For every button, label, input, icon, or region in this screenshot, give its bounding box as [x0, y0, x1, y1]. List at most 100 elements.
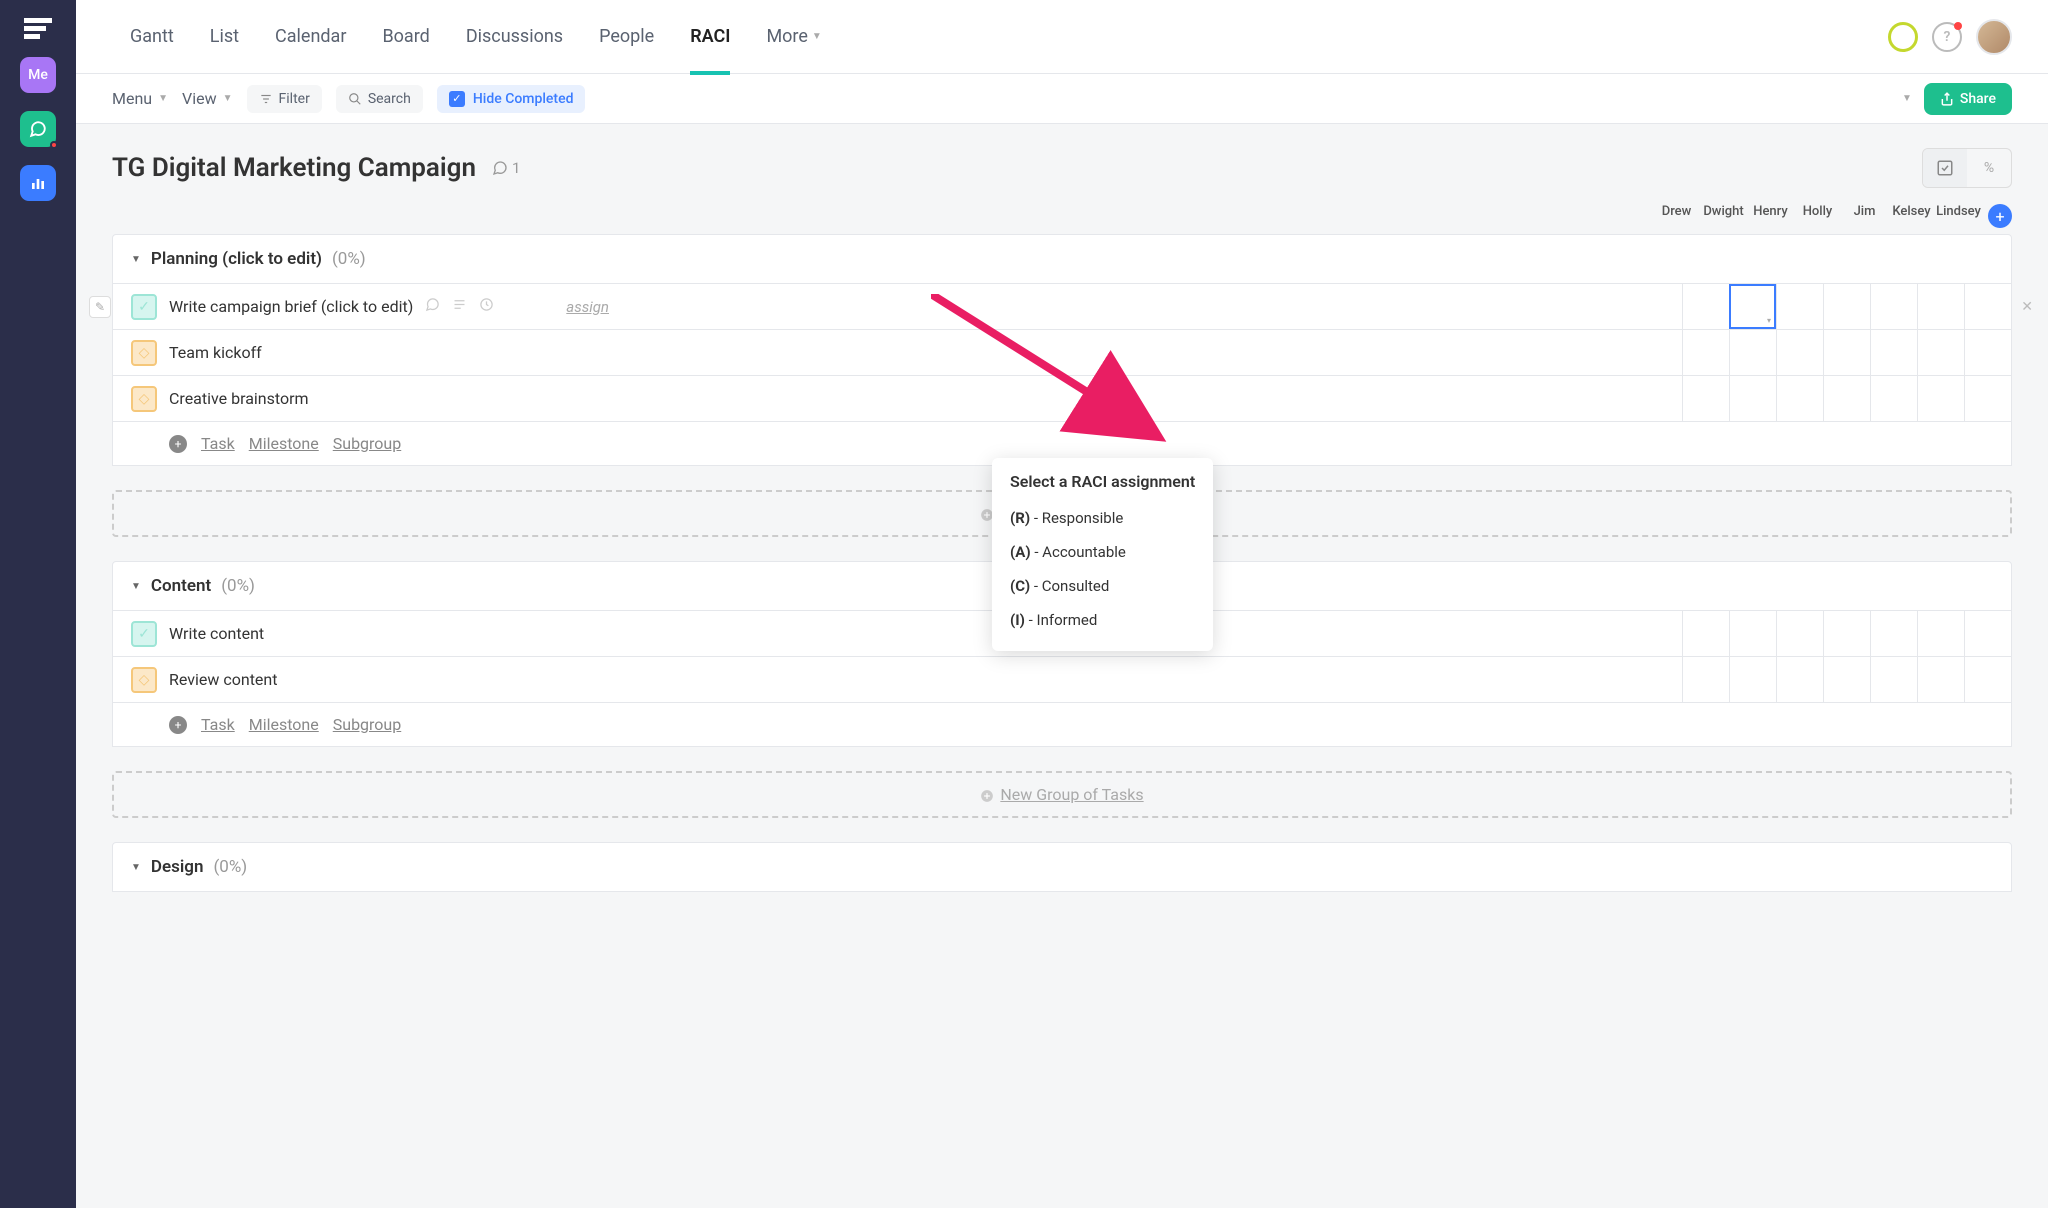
raci-cell[interactable]: [1870, 611, 1917, 656]
help-icon[interactable]: ?: [1932, 22, 1962, 52]
tab-board[interactable]: Board: [364, 0, 447, 74]
raci-cell[interactable]: [1729, 284, 1776, 329]
milestone-icon[interactable]: [131, 386, 157, 412]
tab-discussions[interactable]: Discussions: [448, 0, 581, 74]
sidebar-me-button[interactable]: Me: [20, 57, 56, 93]
tab-list[interactable]: List: [192, 0, 257, 74]
raci-cell[interactable]: [1823, 611, 1870, 656]
group-header[interactable]: ▼Planning (click to edit) (0%): [112, 234, 2012, 284]
sidebar-chat-button[interactable]: [20, 111, 56, 147]
task-checkbox-icon[interactable]: [131, 294, 157, 320]
tab-gantt[interactable]: Gantt: [112, 0, 192, 74]
clock-icon[interactable]: [479, 297, 494, 316]
raci-cell[interactable]: [1682, 611, 1729, 656]
app-logo[interactable]: [24, 18, 52, 39]
person-header[interactable]: Dwight: [1700, 204, 1747, 228]
raci-cell[interactable]: [1964, 376, 2011, 421]
person-header[interactable]: Lindsey: [1935, 204, 1982, 228]
task-row[interactable]: Team kickoff: [112, 330, 2012, 376]
add-milestone-link[interactable]: Milestone: [249, 715, 319, 734]
raci-cell[interactable]: [1776, 284, 1823, 329]
tab-raci[interactable]: RACI: [672, 0, 748, 74]
tab-people[interactable]: People: [581, 0, 672, 74]
search-button[interactable]: Search: [336, 85, 423, 113]
add-task-link[interactable]: Task: [201, 434, 235, 453]
group-header[interactable]: ▼Design (0%): [112, 842, 2012, 892]
raci-cell[interactable]: [1870, 376, 1917, 421]
task-title[interactable]: Creative brainstorm: [169, 389, 309, 408]
raci-cell[interactable]: [1729, 376, 1776, 421]
milestone-icon[interactable]: [131, 340, 157, 366]
view-dropdown[interactable]: View▼: [182, 89, 233, 108]
raci-cell[interactable]: [1823, 657, 1870, 702]
tab-more[interactable]: More▼: [748, 0, 839, 74]
raci-cell[interactable]: [1870, 284, 1917, 329]
task-title[interactable]: Review content: [169, 670, 277, 689]
milestone-icon[interactable]: [131, 667, 157, 693]
checklist-view-icon[interactable]: [1923, 149, 1967, 187]
plus-icon[interactable]: +: [169, 716, 187, 734]
new-group-button[interactable]: New Group of Tasks: [112, 771, 2012, 818]
raci-cell[interactable]: [1917, 284, 1964, 329]
clock-icon[interactable]: [1888, 22, 1918, 52]
raci-cell[interactable]: [1823, 284, 1870, 329]
raci-cell[interactable]: [1870, 657, 1917, 702]
raci-cell[interactable]: [1964, 611, 2011, 656]
comment-count[interactable]: 1: [492, 159, 520, 177]
view-mode-toggle[interactable]: %: [1922, 148, 2012, 188]
project-title[interactable]: TG Digital Marketing Campaign: [112, 153, 476, 183]
task-row[interactable]: ✎Write campaign brief (click to edit)ass…: [112, 284, 2012, 330]
add-person-button[interactable]: +: [1988, 204, 2012, 228]
sidebar-reports-button[interactable]: [20, 165, 56, 201]
assign-link[interactable]: assign: [566, 298, 609, 316]
menu-dropdown[interactable]: Menu▼: [112, 89, 168, 108]
raci-option[interactable]: (A) - Accountable: [992, 535, 1213, 569]
person-header[interactable]: Holly: [1794, 204, 1841, 228]
task-checkbox-icon[interactable]: [131, 621, 157, 647]
raci-cell[interactable]: [1729, 611, 1776, 656]
raci-cell[interactable]: [1682, 284, 1729, 329]
raci-option[interactable]: (C) - Consulted: [992, 569, 1213, 603]
edit-pencil-icon[interactable]: ✎: [89, 296, 111, 318]
add-subgroup-link[interactable]: Subgroup: [333, 434, 401, 453]
row-close-icon[interactable]: ✕: [2021, 299, 2033, 315]
user-avatar[interactable]: [1976, 19, 2012, 55]
raci-cell[interactable]: [1729, 330, 1776, 375]
person-header[interactable]: Henry: [1747, 204, 1794, 228]
raci-cell[interactable]: [1776, 330, 1823, 375]
raci-option[interactable]: (I) - Informed: [992, 603, 1213, 637]
list-icon[interactable]: [452, 297, 467, 316]
raci-cell[interactable]: [1964, 284, 2011, 329]
toolbar-more-caret[interactable]: ▼: [1902, 93, 1912, 104]
hide-completed-toggle[interactable]: ✓ Hide Completed: [437, 85, 586, 113]
raci-cell[interactable]: [1917, 330, 1964, 375]
task-row[interactable]: Creative brainstorm: [112, 376, 2012, 422]
task-title[interactable]: Team kickoff: [169, 343, 262, 362]
raci-cell[interactable]: [1964, 657, 2011, 702]
raci-cell[interactable]: [1917, 376, 1964, 421]
raci-cell[interactable]: [1776, 376, 1823, 421]
plus-icon[interactable]: +: [169, 435, 187, 453]
person-header[interactable]: Kelsey: [1888, 204, 1935, 228]
task-title[interactable]: Write content: [169, 624, 264, 643]
person-header[interactable]: Jim: [1841, 204, 1888, 228]
raci-cell[interactable]: [1870, 330, 1917, 375]
filter-button[interactable]: Filter: [247, 85, 322, 113]
percent-view-icon[interactable]: %: [1967, 149, 2011, 187]
add-task-link[interactable]: Task: [201, 715, 235, 734]
raci-cell[interactable]: [1682, 376, 1729, 421]
raci-cell[interactable]: [1964, 330, 2011, 375]
raci-cell[interactable]: [1682, 657, 1729, 702]
task-title[interactable]: Write campaign brief (click to edit): [169, 297, 413, 316]
raci-option[interactable]: (R) - Responsible: [992, 501, 1213, 535]
raci-cell[interactable]: [1729, 657, 1776, 702]
add-subgroup-link[interactable]: Subgroup: [333, 715, 401, 734]
share-button[interactable]: Share: [1924, 83, 2012, 115]
person-header[interactable]: Drew: [1653, 204, 1700, 228]
raci-cell[interactable]: [1776, 657, 1823, 702]
raci-cell[interactable]: [1776, 611, 1823, 656]
raci-cell[interactable]: [1917, 657, 1964, 702]
raci-cell[interactable]: [1917, 611, 1964, 656]
add-milestone-link[interactable]: Milestone: [249, 434, 319, 453]
raci-cell[interactable]: [1823, 330, 1870, 375]
